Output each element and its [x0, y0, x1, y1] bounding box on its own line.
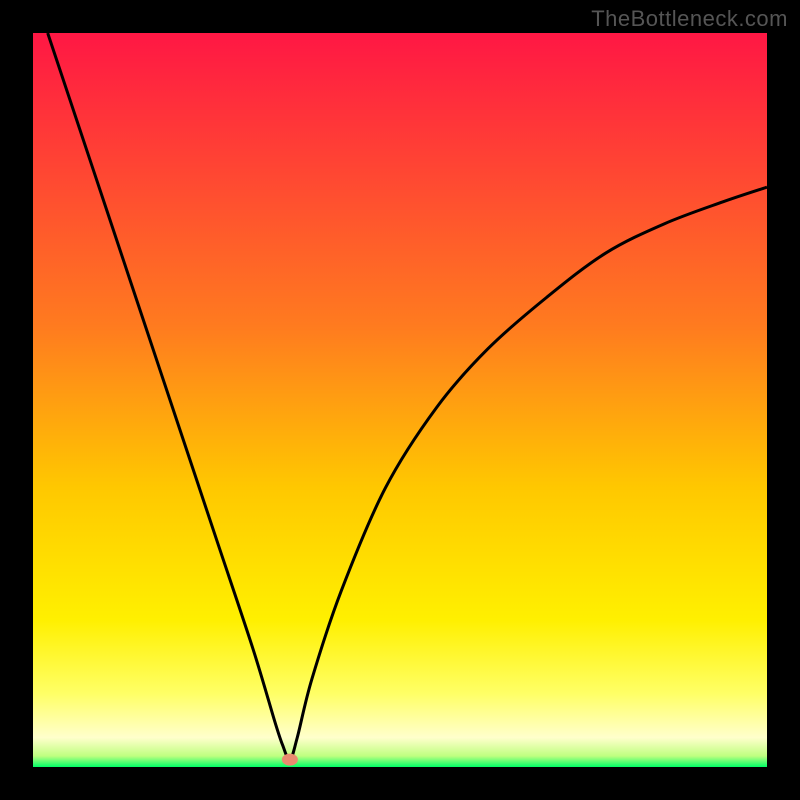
- plot-background: [33, 33, 767, 767]
- gradient-rect: [33, 33, 767, 767]
- watermark-text: TheBottleneck.com: [591, 6, 788, 32]
- plot-area: [33, 33, 767, 767]
- chart-frame: TheBottleneck.com: [0, 0, 800, 800]
